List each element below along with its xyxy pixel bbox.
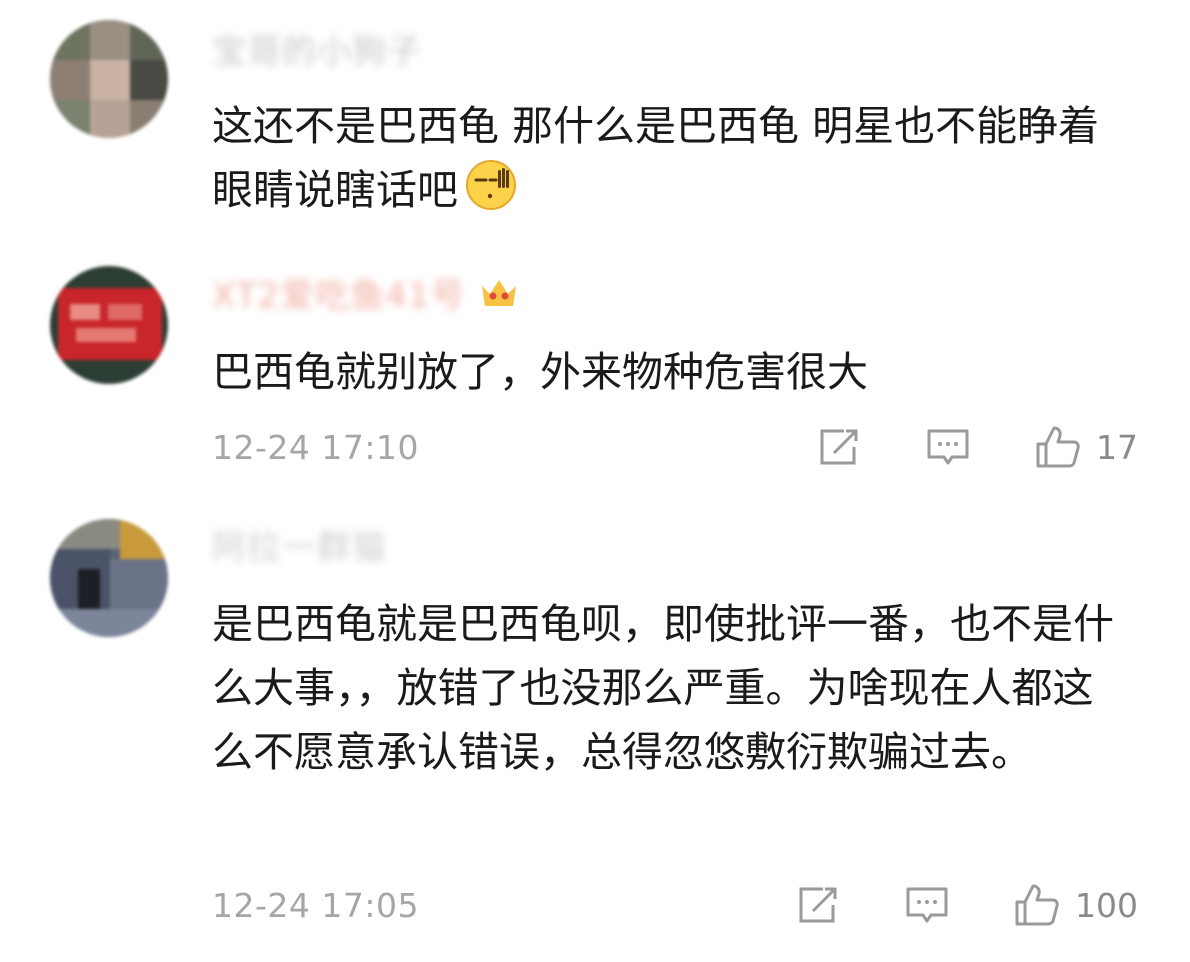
comment-meta: 12-24 17:10 17: [212, 422, 1138, 472]
username[interactable]: 阿拉一群猫: [212, 524, 387, 568]
like-icon[interactable]: [1034, 424, 1082, 470]
comment-text-wrap: 是巴西龟就是巴西龟呗，即使批评一番，也不是什么大事，，放错了也没那么严重。为啥现…: [212, 592, 1132, 784]
username-text[interactable]: 阿拉一群猫: [212, 520, 387, 569]
comment-icon[interactable]: [905, 885, 949, 925]
comment-icon[interactable]: [926, 427, 970, 467]
username-text[interactable]: 宝哥的小狗子: [212, 24, 422, 73]
share-icon[interactable]: [818, 427, 862, 467]
avatar[interactable]: [50, 519, 168, 637]
username[interactable]: 宝哥的小狗子: [212, 28, 422, 72]
username[interactable]: XT2爱吃鱼41号: [212, 272, 519, 316]
like-count: 100: [1075, 885, 1138, 925]
username-text[interactable]: XT2爱吃鱼41号: [212, 268, 465, 317]
comment-text: 这还不是巴西龟 那什么是巴西龟 明星也不能睁着眼睛说瞎话吧: [212, 102, 1100, 214]
comment-meta: 12-24 17:05 100: [212, 880, 1138, 930]
like-icon[interactable]: [1013, 882, 1061, 928]
comment-actions: 17: [818, 424, 1138, 470]
timestamp: 12-24 17:05: [212, 885, 419, 925]
crown-icon: [479, 274, 519, 310]
timestamp: 12-24 17:10: [212, 427, 419, 467]
comment-text: 是巴西龟就是巴西龟呗，即使批评一番，也不是什么大事，，放错了也没那么严重。为啥现…: [212, 600, 1114, 776]
like-count: 17: [1096, 427, 1138, 467]
comment-text-wrap: 这还不是巴西龟 那什么是巴西龟 明星也不能睁着眼睛说瞎话吧: [212, 94, 1132, 230]
comment-actions: 100: [797, 882, 1138, 928]
avatar[interactable]: [50, 20, 168, 138]
share-icon[interactable]: [797, 885, 841, 925]
comment-text-wrap: 巴西龟就别放了，外来物种危害很大: [212, 340, 1132, 404]
avatar[interactable]: [50, 266, 168, 384]
comment-text: 巴西龟就别放了，外来物种危害很大: [212, 348, 868, 396]
facepalm-smile-emoji-icon: [464, 158, 518, 230]
